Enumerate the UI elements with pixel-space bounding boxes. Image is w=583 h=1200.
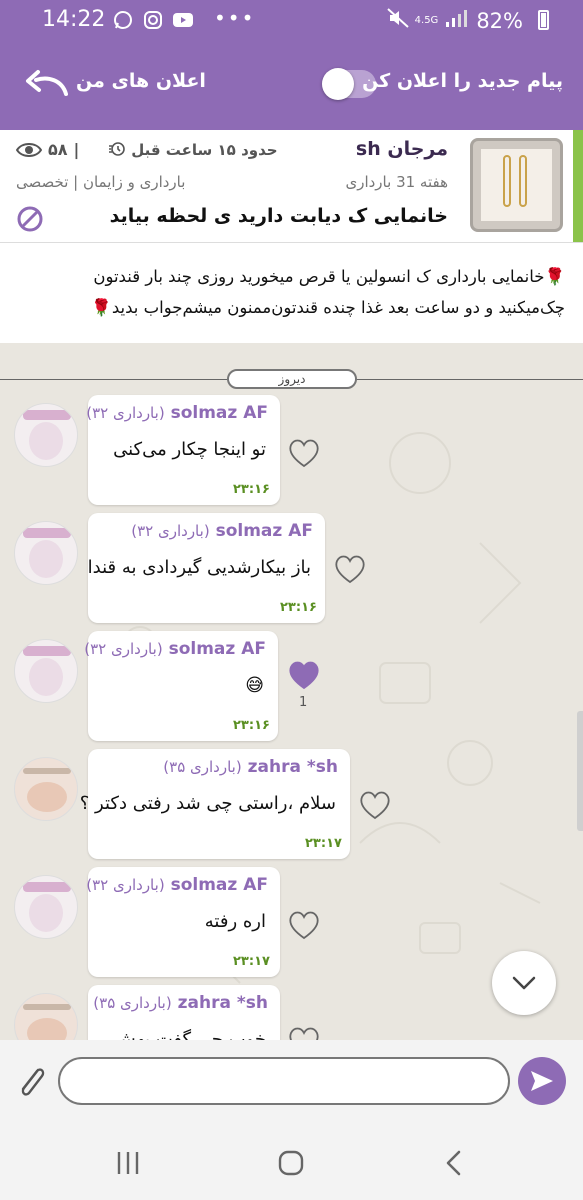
heart-outline-icon[interactable] [287,1025,321,1040]
chat-area[interactable]: دیروز (۳۲ بارداری) solmaz AF تو اینجا چک… [0,343,583,1040]
post-card: مرجان sh حدود ۱۵ ساعت قبل ۵۸ | هفته 31 با… [0,130,583,243]
post-pregnancy-week: هفته 31 بارداری [345,173,448,191]
post-body-line-2: چک‌میکنید و دو ساعت بعد غذا چنده قندتون‌… [91,298,565,317]
message-sender: (۳۲ بارداری) solmaz AF [86,875,268,895]
whatsapp-icon [112,9,134,31]
chevron-down-icon [512,976,536,990]
message-sender: (۳۲ بارداری) solmaz AF [86,403,268,423]
eye-icon [16,142,42,157]
scrollbar[interactable] [577,711,583,831]
post-category: بارداری و زایمان | تخصصی [16,173,186,191]
post-body-line-1: 🌹خانمایی بارداری ک انسولین یا قرص میخوری… [93,267,565,286]
back-icon[interactable] [434,1146,474,1180]
message-text: تو اینجا چکار می‌کنی [113,439,266,460]
my-announcements-label[interactable]: اعلان های من [76,70,206,92]
more-dots-icon: ••• [214,6,256,30]
scroll-down-button[interactable] [492,951,556,1015]
message-text: 😅 [245,675,264,696]
signal-icon [444,8,470,33]
date-divider: دیروز [227,369,357,389]
heart-filled-icon[interactable] [287,659,321,691]
battery-icon [538,10,549,30]
status-bar: 14:22 ••• 4.5G 82% [0,0,583,40]
post-thumbnail[interactable] [470,138,563,232]
message-time: ۲۳:۱۷ [233,954,270,969]
heart-outline-icon[interactable] [287,437,321,469]
message-bubble[interactable]: (۳۲ بارداری) solmaz AF 😅 ۲۳:۱۶ [84,631,278,741]
post-time-ago: حدود ۱۵ ساعت قبل [108,141,278,159]
message-text: باز بیکارشدیی گیردادی به قندا [87,557,311,578]
battery-percent: 82% [476,8,523,33]
avatar[interactable] [14,521,78,585]
youtube-icon [172,9,194,31]
avatar[interactable] [14,403,78,467]
view-count: ۵۸ | [16,140,79,159]
back-arrow-icon[interactable] [22,68,70,100]
message-text: اره رفته [204,911,266,932]
clock-icon [109,142,125,156]
message-time: ۲۳:۱۶ [233,718,270,733]
send-icon [531,1071,553,1091]
message-bubble[interactable]: (۳۵ بارداری) zahra *sh سلام ،راستی چی شد… [80,749,350,859]
app-bar: اعلان های من پیام جدید را اعلان کن [0,40,583,130]
home-icon[interactable] [271,1146,311,1180]
instagram-icon [142,9,164,31]
heart-outline-icon[interactable] [358,789,392,821]
avatar[interactable] [14,757,78,821]
message-sender: (۳۲ بارداری) solmaz AF [84,639,266,659]
recent-apps-icon[interactable] [108,1146,148,1180]
message-sender: (۳۵ بارداری) zahra *sh [93,993,268,1013]
message-text: خوب چی گفت بهش [113,1029,266,1040]
network-label: 4.5G [414,14,439,26]
heart-outline-icon[interactable] [333,553,367,585]
post-body: 🌹خانمایی بارداری ک انسولین یا قرص میخوری… [0,243,583,343]
message-bubble[interactable]: (۳۵ بارداری) zahra *sh خوب چی گفت بهش [88,985,280,1040]
message-text: سلام ،راستی چی شد رفتی دکتر ؟ [79,793,336,814]
message-bubble[interactable]: (۳۲ بارداری) solmaz AF اره رفته ۲۳:۱۷ [86,867,280,977]
attachment-icon[interactable] [14,1062,48,1102]
message-time: ۲۳:۱۷ [305,836,342,851]
toggle-knob [322,68,354,100]
avatar[interactable] [14,639,78,703]
avatar[interactable] [14,875,78,939]
status-right: 4.5G 82% [386,8,543,33]
message-input[interactable] [58,1057,510,1105]
composer-bar [0,1040,583,1124]
post-title: خانمایی ک دیابت دارید ی لحظه بیاید [109,205,448,227]
block-icon[interactable] [16,205,44,233]
message-time: ۲۳:۱۶ [233,482,270,497]
message-bubble[interactable]: (۳۲ بارداری) solmaz AF تو اینجا چکار می‌… [86,395,280,505]
post-author[interactable]: مرجان sh [356,138,448,160]
heart-outline-icon[interactable] [287,909,321,941]
system-nav-bar [0,1124,583,1200]
mute-icon [386,8,409,33]
like-count: 1 [299,695,308,710]
message-sender: (۳۲ بارداری) solmaz AF [131,521,313,541]
status-time: 14:22 [42,7,106,32]
send-button[interactable] [518,1057,566,1105]
message-bubble[interactable]: (۳۲ بارداری) solmaz AF باز بیکارشدیی گیر… [88,513,325,623]
message-time: ۲۳:۱۶ [280,600,317,615]
accent-bar [573,130,583,242]
new-message-notify-label: پیام جدید را اعلان کن [362,70,563,92]
message-sender: (۳۵ بارداری) zahra *sh [163,757,338,777]
notification-icons [112,9,194,31]
